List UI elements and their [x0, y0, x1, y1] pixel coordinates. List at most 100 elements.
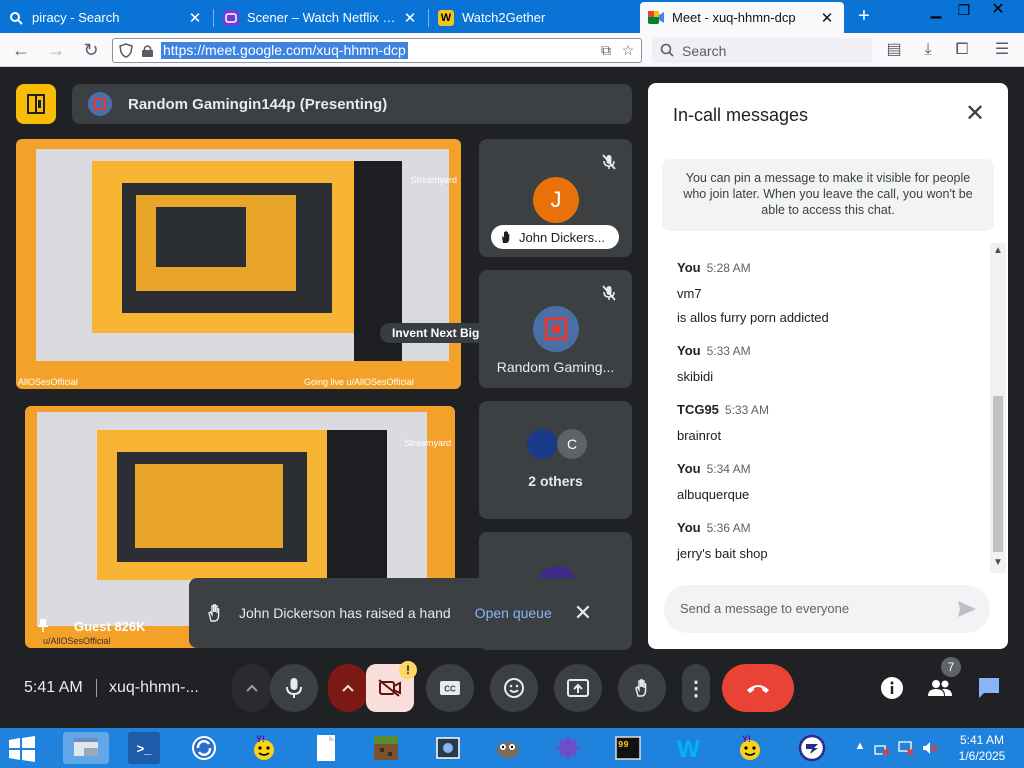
screenshot-tool-app-icon[interactable]: [432, 732, 464, 764]
window-close-icon[interactable]: ✕: [984, 0, 1012, 22]
message-text: is allos furry porn addicted: [677, 310, 829, 325]
sync-app-icon[interactable]: [188, 732, 220, 764]
message-text: brainrot: [677, 428, 722, 443]
present-screen-icon: [567, 679, 589, 697]
url-bar[interactable]: https://meet.google.com/xuq-hhmn-dcp ⧉ ☆: [112, 38, 642, 63]
taskbar-clock[interactable]: 5:41 AM 1/6/2025: [950, 732, 1014, 764]
file-manager-app-icon[interactable]: [63, 732, 109, 764]
message-text: vm7: [677, 286, 702, 301]
reactions-button[interactable]: [490, 664, 538, 712]
close-tab-icon[interactable]: ✕: [818, 9, 836, 27]
nested-screen-inner: [135, 464, 283, 548]
download-icon[interactable]: ⤓: [916, 39, 940, 61]
tab-meet[interactable]: Meet - xuq-hhmn-dcp ✕: [640, 2, 844, 33]
meeting-info-icon[interactable]: [879, 675, 905, 701]
people-icon[interactable]: [927, 675, 953, 701]
presentation-toggle-button[interactable]: [16, 84, 56, 124]
url-text[interactable]: https://meet.google.com/xuq-hhmn-dcp: [161, 42, 408, 59]
extensions-icon[interactable]: ⧠: [950, 39, 974, 61]
picture-in-picture-icon[interactable]: ⧉: [597, 42, 615, 60]
new-tab-button[interactable]: +: [852, 4, 876, 30]
message-sender: You: [677, 520, 701, 535]
hand-raised-toast: John Dickerson has raised a hand Open qu…: [189, 578, 625, 648]
meeting-code: xuq-hhmn-...: [109, 679, 199, 696]
terminal-99-app-icon[interactable]: 99: [612, 732, 644, 764]
powershell-app-icon[interactable]: >_: [128, 732, 160, 764]
send-icon[interactable]: [956, 598, 978, 620]
pin-icon[interactable]: [36, 618, 50, 632]
participant-name: John Dickers...: [519, 229, 605, 245]
volume-tray-icon[interactable]: [922, 740, 938, 756]
chat-message-list[interactable]: You 5:28 AM vm7 is allos furry porn addic…: [648, 243, 988, 573]
message-sender: TCG95: [677, 402, 719, 417]
tab-watch2gether[interactable]: W Watch2Gether: [430, 2, 636, 33]
svg-text:W: W: [677, 736, 700, 761]
lock-icon[interactable]: [141, 44, 154, 58]
present-screen-button[interactable]: [554, 664, 602, 712]
restore-icon[interactable]: ❐: [950, 0, 978, 22]
meet-call-area: Random Gamingin144p (Presenting) AllOSes…: [0, 67, 1024, 728]
presenter-bar[interactable]: Random Gamingin144p (Presenting): [72, 84, 632, 124]
chevron-up-icon: [342, 684, 354, 692]
message-time: 5:33 AM: [706, 344, 751, 358]
video-options-button[interactable]: [328, 664, 368, 712]
close-tab-icon[interactable]: ✕: [186, 9, 204, 27]
word-app-icon[interactable]: W: [674, 732, 706, 764]
gimp-app-icon[interactable]: [492, 732, 524, 764]
search-input[interactable]: Search: [652, 38, 872, 63]
participant-name: Random Gaming...: [496, 359, 615, 375]
participant-name: 2 others: [528, 473, 583, 489]
reload-icon[interactable]: ↻: [78, 38, 104, 62]
bug-app-icon[interactable]: [552, 732, 584, 764]
close-tab-icon[interactable]: ✕: [401, 9, 419, 27]
scroll-down-icon[interactable]: ▼: [992, 557, 1004, 569]
network-tray-icon[interactable]: [874, 740, 890, 756]
participant-avatar: [533, 306, 579, 352]
scroll-up-icon[interactable]: ▲: [992, 245, 1004, 257]
hang-up-icon: [747, 685, 769, 693]
tray-expand-icon[interactable]: ▲: [852, 740, 868, 756]
bookmark-star-icon[interactable]: ☆: [619, 42, 637, 60]
chat-icon[interactable]: [976, 675, 1002, 701]
chat-message: You 5:36 AM jerry's bait shop: [677, 519, 768, 561]
emoji-icon: [504, 678, 524, 698]
minimize-icon[interactable]: ▁: [922, 0, 950, 22]
participant-avatar: [527, 429, 557, 459]
notepad-app-icon[interactable]: [310, 732, 342, 764]
participant-tile-random-gaming[interactable]: Random Gaming...: [479, 270, 632, 388]
forward-icon[interactable]: →: [43, 38, 69, 62]
tab-piracy-search[interactable]: piracy - Search ✕: [0, 2, 212, 33]
open-queue-link[interactable]: Open queue: [475, 605, 552, 621]
audio-options-button[interactable]: [232, 664, 272, 712]
participant-tile-others[interactable]: C 2 others: [479, 401, 632, 519]
chat-close-icon[interactable]: ✕: [964, 102, 986, 126]
tracking-shield-icon[interactable]: [119, 43, 133, 58]
captions-button[interactable]: CC: [426, 664, 474, 712]
chat-message-input[interactable]: Send a message to everyone: [664, 585, 990, 633]
chat-title: In-call messages: [673, 105, 809, 125]
microphone-button[interactable]: [270, 664, 318, 712]
library-icon[interactable]: ▤: [882, 39, 906, 61]
yahoo-messenger-2-app-icon[interactable]: Y!: [734, 732, 766, 764]
leave-call-button[interactable]: [722, 664, 794, 712]
svg-text:CC: CC: [444, 685, 456, 694]
search-icon: [660, 43, 674, 57]
chat-scrollbar-thumb[interactable]: [993, 396, 1003, 552]
menu-icon[interactable]: ☰: [990, 39, 1014, 61]
message-sender: You: [677, 343, 701, 358]
tab-title: Meet - xuq-hhmn-dcp: [672, 10, 796, 25]
yahoo-messenger-app-icon[interactable]: Y!: [248, 732, 280, 764]
presentation-screen-main[interactable]: AllOSesOfficial Going live u/AllOSesOffi…: [16, 139, 461, 389]
display-tray-icon[interactable]: [898, 740, 914, 756]
browser-app-icon[interactable]: [796, 732, 828, 764]
toast-close-icon[interactable]: ✕: [574, 600, 592, 626]
browser-nav-bar: ← → ↻ https://meet.google.com/xuq-hhmn-d…: [0, 33, 1024, 67]
back-icon[interactable]: ←: [8, 38, 34, 62]
participant-tile-john[interactable]: J John Dickers...: [479, 139, 632, 257]
windows-start-icon[interactable]: [8, 736, 36, 762]
minecraft-app-icon[interactable]: [370, 732, 402, 764]
more-options-button[interactable]: ⋮: [682, 664, 710, 712]
raise-hand-button[interactable]: [618, 664, 666, 712]
tab-separator: [213, 9, 214, 27]
tab-scener[interactable]: Scener – Watch Netflix and m ✕: [215, 2, 427, 33]
